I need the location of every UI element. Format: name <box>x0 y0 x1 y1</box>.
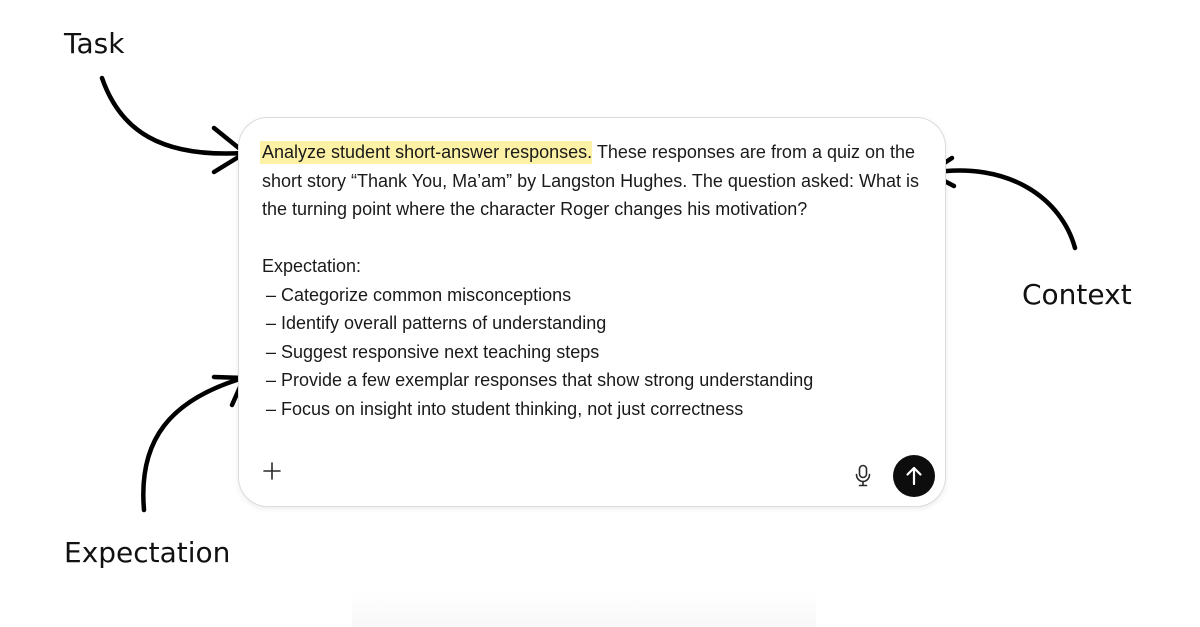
context-arrow <box>926 155 1078 251</box>
task-highlight: Analyze student short-answer responses. <box>260 141 593 164</box>
prompt-text[interactable]: Analyze student short-answer responses. … <box>260 138 922 423</box>
plus-icon <box>263 462 281 480</box>
expectation-item: – Identify overall patterns of understan… <box>266 313 607 333</box>
expectation-arrow <box>141 374 247 513</box>
expectation-item: – Suggest responsive next teaching steps <box>266 341 600 362</box>
expectation-item: – Focus on insight into student thinking… <box>266 398 744 419</box>
voice-input-button[interactable] <box>854 464 872 488</box>
expectation-item: – Provide a few exemplar responses that … <box>266 370 814 390</box>
prompt-composer: Analyze student short-answer responses. … <box>238 117 946 507</box>
microphone-icon <box>855 464 871 487</box>
task-arrow <box>99 75 248 175</box>
prompt-task-context-paragraph: Analyze student short-answer responses. … <box>260 138 922 224</box>
expectation-item: – Categorize common misconceptions <box>266 284 572 305</box>
bottom-fade <box>352 590 816 627</box>
expectation-heading: Expectation: <box>262 256 362 276</box>
arrow-up-icon <box>906 466 922 486</box>
add-attachment-button[interactable] <box>261 460 283 482</box>
send-button[interactable] <box>893 455 935 497</box>
